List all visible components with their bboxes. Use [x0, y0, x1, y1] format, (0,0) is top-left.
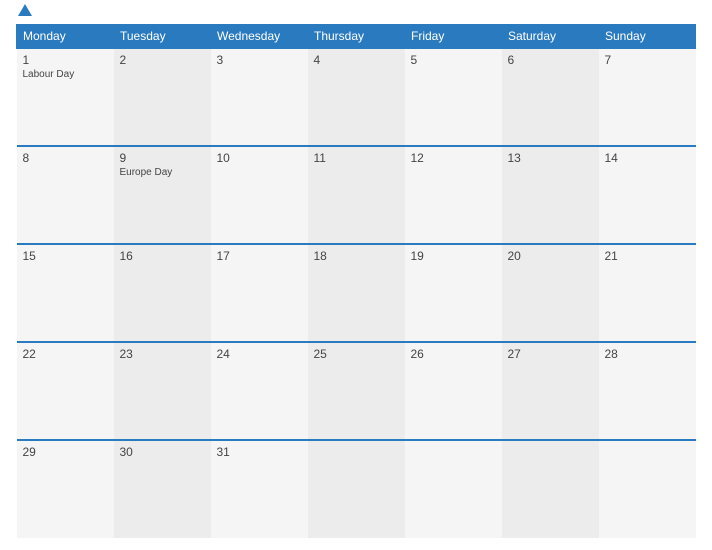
day-number: 9 [120, 151, 205, 165]
day-number: 13 [508, 151, 593, 165]
day-number: 6 [508, 53, 593, 67]
calendar-day-cell: 15 [17, 244, 114, 342]
day-number: 21 [605, 249, 690, 263]
calendar-day-cell: 30 [114, 440, 211, 538]
weekday-header-wednesday: Wednesday [211, 25, 308, 49]
day-number: 30 [120, 445, 205, 459]
day-number: 26 [411, 347, 496, 361]
day-number: 4 [314, 53, 399, 67]
day-number: 25 [314, 347, 399, 361]
day-number: 14 [605, 151, 690, 165]
weekday-header-tuesday: Tuesday [114, 25, 211, 49]
calendar-week-row: 22 23 24 25 26 27 28 [17, 342, 696, 440]
calendar-day-cell: 19 [405, 244, 502, 342]
day-number: 22 [23, 347, 108, 361]
logo-triangle-icon [18, 4, 32, 16]
day-number: 8 [23, 151, 108, 165]
calendar-day-cell: 4 [308, 48, 405, 146]
calendar-week-row: 29 30 31 [17, 440, 696, 538]
calendar-day-cell: 31 [211, 440, 308, 538]
calendar-header [16, 12, 696, 16]
calendar-day-cell: 11 [308, 146, 405, 244]
calendar-day-cell: 28 [599, 342, 696, 440]
calendar-header-row: MondayTuesdayWednesdayThursdayFridaySatu… [17, 25, 696, 49]
day-number: 19 [411, 249, 496, 263]
calendar-day-cell: 12 [405, 146, 502, 244]
calendar-day-cell: 24 [211, 342, 308, 440]
calendar-week-row: 15 16 17 18 19 20 21 [17, 244, 696, 342]
calendar-day-cell: 2 [114, 48, 211, 146]
day-number: 10 [217, 151, 302, 165]
weekday-header-monday: Monday [17, 25, 114, 49]
calendar-day-cell: 14 [599, 146, 696, 244]
calendar-day-cell [502, 440, 599, 538]
calendar-day-cell: 16 [114, 244, 211, 342]
calendar-day-cell: 3 [211, 48, 308, 146]
event-label: Europe Day [120, 167, 205, 178]
day-number: 28 [605, 347, 690, 361]
day-number: 31 [217, 445, 302, 459]
day-number: 20 [508, 249, 593, 263]
day-number: 3 [217, 53, 302, 67]
calendar-day-cell [599, 440, 696, 538]
day-number: 24 [217, 347, 302, 361]
day-number: 12 [411, 151, 496, 165]
calendar-week-row: 1 Labour Day 234567 [17, 48, 696, 146]
day-number: 1 [23, 53, 108, 67]
weekday-header-thursday: Thursday [308, 25, 405, 49]
calendar-day-cell: 27 [502, 342, 599, 440]
day-number: 16 [120, 249, 205, 263]
day-number: 29 [23, 445, 108, 459]
day-number: 2 [120, 53, 205, 67]
day-number: 15 [23, 249, 108, 263]
calendar-day-cell: 9 Europe Day [114, 146, 211, 244]
calendar-day-cell [308, 440, 405, 538]
calendar-page: MondayTuesdayWednesdayThursdayFridaySatu… [0, 0, 712, 550]
day-number: 27 [508, 347, 593, 361]
calendar-day-cell: 10 [211, 146, 308, 244]
calendar-day-cell: 7 [599, 48, 696, 146]
calendar-day-cell: 23 [114, 342, 211, 440]
day-number: 23 [120, 347, 205, 361]
calendar-day-cell: 8 [17, 146, 114, 244]
weekday-header-friday: Friday [405, 25, 502, 49]
calendar-table: MondayTuesdayWednesdayThursdayFridaySatu… [16, 24, 696, 538]
calendar-day-cell: 20 [502, 244, 599, 342]
day-number: 17 [217, 249, 302, 263]
calendar-day-cell: 17 [211, 244, 308, 342]
weekday-header-sunday: Sunday [599, 25, 696, 49]
calendar-day-cell: 18 [308, 244, 405, 342]
calendar-day-cell: 29 [17, 440, 114, 538]
day-number: 5 [411, 53, 496, 67]
weekday-header-saturday: Saturday [502, 25, 599, 49]
event-label: Labour Day [23, 69, 108, 80]
calendar-day-cell: 1 Labour Day [17, 48, 114, 146]
calendar-day-cell: 22 [17, 342, 114, 440]
calendar-day-cell: 25 [308, 342, 405, 440]
calendar-day-cell: 5 [405, 48, 502, 146]
calendar-day-cell: 13 [502, 146, 599, 244]
calendar-week-row: 89 Europe Day 10 11 12 13 14 [17, 146, 696, 244]
calendar-day-cell: 26 [405, 342, 502, 440]
calendar-day-cell: 6 [502, 48, 599, 146]
day-number: 7 [605, 53, 690, 67]
day-number: 11 [314, 151, 399, 165]
calendar-day-cell: 21 [599, 244, 696, 342]
logo [16, 12, 32, 16]
calendar-day-cell [405, 440, 502, 538]
day-number: 18 [314, 249, 399, 263]
